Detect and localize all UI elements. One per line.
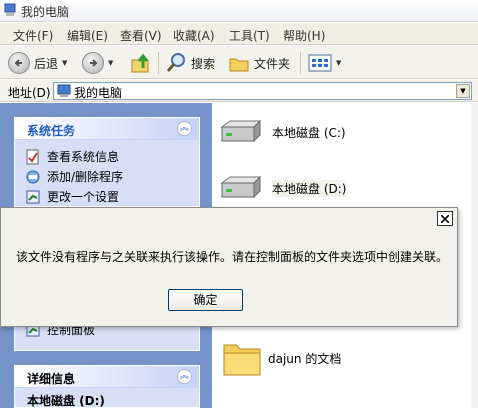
search-icon	[166, 53, 185, 72]
title-bar: 我的电脑	[0, 0, 478, 22]
error-dialog: 该文件没有程序与之关联来执行该操作。请在控制面板的文件夹选项中创建关联。 确定	[0, 207, 458, 327]
drive-label: 本地磁盘 (C:)	[272, 125, 346, 140]
menu-file[interactable]: 文件(F)	[13, 27, 53, 44]
forward-button[interactable]: ▼	[82, 50, 113, 76]
back-label: 后退	[34, 56, 59, 71]
search-button[interactable]: 搜索	[165, 50, 215, 76]
details-panel: 详细信息 ︽ 本地磁盘 (D:)	[14, 365, 200, 408]
folder-dajun-documents[interactable]: dajun 的文档	[222, 339, 341, 377]
window-title: 我的电脑	[21, 5, 70, 19]
hard-drive-icon	[220, 119, 262, 143]
forward-arrow-icon	[82, 52, 104, 74]
task-change-setting[interactable]: 更改一个设置	[25, 188, 119, 205]
task-label: 查看系统信息	[47, 150, 120, 164]
menu-bar: 文件(F) 编辑(E) 查看(V) 收藏(A) 工具(T) 帮助(H)	[0, 23, 478, 45]
address-bar: 地址(D) 我的电脑 ▼	[0, 80, 478, 102]
menu-tools[interactable]: 工具(T)	[229, 27, 270, 44]
folders-label: 文件夹	[254, 56, 291, 71]
search-label: 搜索	[191, 56, 216, 71]
system-tasks-panel: 系统任务 ︽ 查看系统信息 添加/删除程序 更改一个设置	[14, 117, 200, 207]
task-label: 更改一个设置	[47, 190, 120, 204]
views-icon	[308, 54, 332, 72]
drive-c[interactable]: 本地磁盘 (C:)	[218, 119, 346, 145]
details-header[interactable]: 详细信息 ︽	[15, 366, 199, 388]
dialog-close-button[interactable]	[437, 211, 453, 226]
address-label: 地址(D)	[8, 86, 51, 100]
address-dropdown-icon[interactable]: ▼	[456, 84, 470, 98]
toolbar-separator	[158, 52, 159, 74]
system-tasks-header[interactable]: 系统任务 ︽	[15, 118, 199, 140]
menu-view[interactable]: 查看(V)	[120, 27, 162, 44]
hard-drive-icon	[220, 175, 262, 199]
task-label: 添加/删除程序	[47, 170, 124, 184]
menu-favorites[interactable]: 收藏(A)	[173, 27, 215, 44]
back-arrow-icon	[8, 52, 30, 74]
my-computer-icon	[57, 84, 71, 97]
task-view-system-info[interactable]: 查看系统信息	[25, 148, 119, 165]
close-icon	[441, 215, 449, 223]
drive-d[interactable]: 本地磁盘 (D:)	[218, 175, 347, 201]
views-button[interactable]: ▼	[308, 50, 341, 76]
folders-icon	[229, 58, 249, 72]
menu-help[interactable]: 帮助(H)	[283, 27, 325, 44]
dialog-message: 该文件没有程序与之关联来执行该操作。请在控制面板的文件夹选项中创建关联。	[16, 250, 449, 264]
collapse-chevron-icon[interactable]: ︽	[177, 121, 192, 136]
back-button[interactable]: 后退 ▼	[8, 50, 67, 76]
views-dropdown-icon[interactable]: ▼	[336, 59, 341, 67]
drive-label: 本地磁盘 (D:)	[272, 179, 347, 197]
up-folder-icon	[131, 53, 149, 73]
folder-icon	[223, 344, 261, 376]
my-computer-icon	[4, 3, 16, 16]
collapse-chevron-icon[interactable]: ︽	[177, 369, 192, 384]
details-subtitle: 本地磁盘 (D:)	[27, 394, 105, 408]
back-dropdown-icon[interactable]: ▼	[62, 59, 67, 67]
task-add-remove-programs[interactable]: 添加/删除程序	[25, 168, 123, 185]
details-title: 详细信息	[27, 372, 76, 386]
address-value: 我的电脑	[74, 86, 123, 100]
menu-edit[interactable]: 编辑(E)	[67, 27, 108, 44]
ok-button[interactable]: 确定	[168, 289, 243, 311]
toolbar-separator	[300, 52, 301, 74]
system-info-icon	[26, 149, 39, 164]
folder-label: dajun 的文档	[268, 351, 342, 366]
up-button[interactable]	[130, 50, 152, 76]
toolbar: 后退 ▼ ▼ 搜索 文件夹 ▼	[0, 46, 478, 79]
pane-edge	[471, 103, 478, 408]
system-tasks-title: 系统任务	[27, 124, 76, 138]
forward-dropdown-icon[interactable]: ▼	[108, 59, 113, 67]
control-panel-icon	[26, 190, 40, 203]
add-remove-programs-icon	[26, 170, 40, 183]
address-input[interactable]: 我的电脑 ▼	[53, 82, 472, 100]
folders-button[interactable]: 文件夹	[228, 50, 290, 76]
